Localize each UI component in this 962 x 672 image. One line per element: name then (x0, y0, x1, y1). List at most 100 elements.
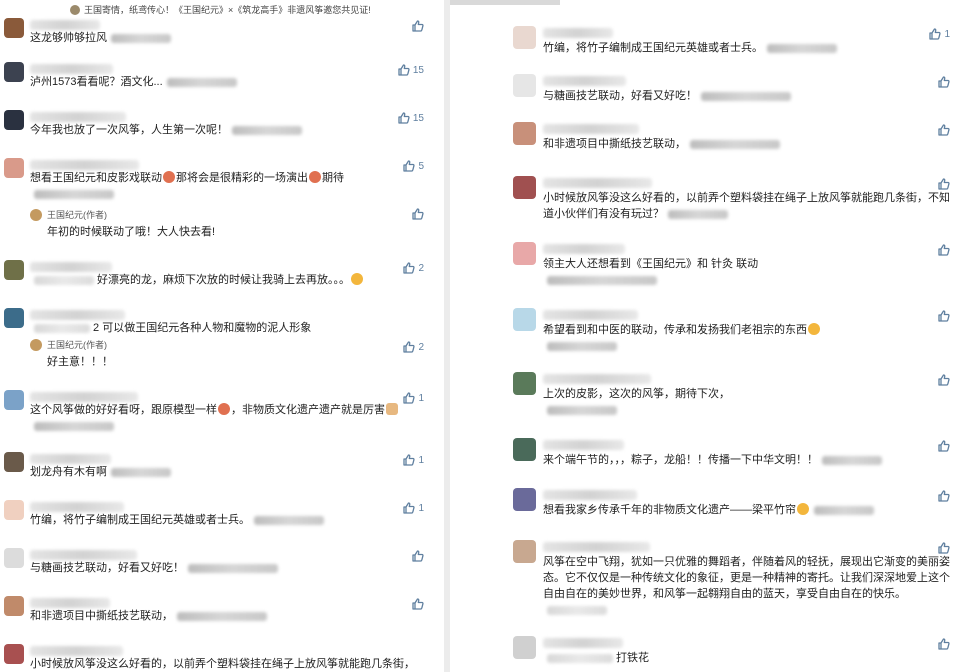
comment-text: 风筝在空中飞翔，犹如一只优雅的舞蹈者，伴随着风的轻抚，展现出它渐变的美丽姿态。它… (543, 554, 953, 618)
like-button[interactable] (938, 178, 950, 190)
like-button[interactable] (938, 76, 950, 88)
avatar[interactable] (4, 596, 24, 616)
avatar[interactable] (513, 176, 536, 199)
like-button[interactable] (412, 20, 424, 32)
username-redacted[interactable] (30, 550, 137, 560)
reply-like-button[interactable]: 2 (403, 341, 424, 353)
thumb-up-icon (938, 542, 950, 554)
comment-text: 竹编，将竹子编制成王国纪元英雄或者士兵。 (30, 512, 422, 528)
author-avatar[interactable] (30, 209, 42, 221)
reply-like-button[interactable] (412, 208, 424, 220)
avatar[interactable] (513, 636, 536, 659)
like-button[interactable]: 15 (398, 64, 424, 76)
username-redacted[interactable] (30, 64, 113, 74)
like-button[interactable]: 2 (403, 262, 424, 274)
avatar[interactable] (4, 18, 24, 38)
like-button[interactable] (412, 598, 424, 610)
username-redacted[interactable] (30, 598, 110, 608)
avatar[interactable] (4, 390, 24, 410)
comment-text: 和非遗项目中撕纸技艺联动， (30, 608, 422, 624)
author-avatar[interactable] (30, 339, 42, 351)
username-redacted[interactable] (30, 20, 100, 30)
username-redacted[interactable] (543, 124, 639, 134)
avatar[interactable] (4, 308, 24, 328)
comment-text: 来个端午节的，，，粽子，龙船！！传播一下中华文明！！ (543, 452, 953, 468)
like-button[interactable]: 1 (403, 502, 424, 514)
left-comment-panel: 王国寄情，纸鸢传心！《王国纪元》×《筑龙高手》非遗风筝邀您共见证! 这龙够帅够拉… (0, 0, 444, 672)
avatar[interactable] (513, 540, 536, 563)
reply-text: 好主意！！！ (47, 356, 113, 368)
username-redacted[interactable] (543, 542, 650, 552)
like-button[interactable] (938, 374, 950, 386)
like-button[interactable]: 5 (403, 160, 424, 172)
like-button[interactable] (938, 542, 950, 554)
like-button[interactable]: 1 (403, 392, 424, 404)
avatar[interactable] (513, 488, 536, 511)
username-redacted[interactable] (543, 490, 637, 500)
avatar[interactable] (4, 500, 24, 520)
username-redacted[interactable] (30, 454, 111, 464)
avatar[interactable] (4, 62, 24, 82)
like-button[interactable]: 15 (398, 112, 424, 124)
like-button[interactable]: 1 (403, 454, 424, 466)
avatar[interactable] (513, 74, 536, 97)
username-redacted[interactable] (30, 392, 138, 402)
avatar[interactable] (513, 26, 536, 49)
avatar[interactable] (513, 308, 536, 331)
thumb-up-icon (398, 64, 410, 76)
avatar[interactable] (513, 372, 536, 395)
comment-text-part: ，非物质文化遗产遗产就是厉害 (231, 404, 385, 416)
avatar[interactable] (513, 122, 536, 145)
username-redacted[interactable] (543, 178, 652, 188)
emoji-icon (797, 503, 809, 515)
redacted-text (547, 275, 657, 285)
avatar[interactable] (513, 438, 536, 461)
reply-author-name[interactable]: 王国纪元(作者) (47, 338, 107, 351)
comment-text-part: 那将会是很精彩的一场演出 (176, 172, 308, 184)
username-redacted[interactable] (30, 112, 126, 122)
emoji-icon (808, 323, 820, 335)
username-redacted[interactable] (30, 310, 125, 320)
reply-author-name[interactable]: 王国纪元(作者) (47, 208, 107, 221)
like-button[interactable]: 1 (929, 28, 950, 40)
comment-text-part: 想看我家乡传承千年的非物质文化遗产——梁平竹帘 (543, 504, 796, 516)
thumb-up-icon (929, 28, 942, 40)
username-redacted[interactable] (30, 646, 123, 656)
like-button[interactable] (938, 440, 950, 452)
like-button[interactable] (938, 310, 950, 322)
avatar[interactable] (4, 260, 24, 280)
like-button[interactable] (938, 244, 950, 256)
username-redacted[interactable] (543, 374, 651, 384)
avatar[interactable] (4, 110, 24, 130)
emoji-icon (351, 273, 364, 285)
like-button[interactable] (938, 490, 950, 502)
avatar[interactable] (4, 644, 24, 664)
username-redacted[interactable] (543, 244, 625, 254)
like-button[interactable] (938, 124, 950, 136)
comment-text: 泸州1573看看呢？酒文化... (30, 74, 422, 90)
redacted-text (547, 605, 607, 615)
avatar[interactable] (4, 548, 24, 568)
redacted-text (668, 209, 728, 219)
like-button[interactable] (412, 550, 424, 562)
username-redacted[interactable] (30, 502, 124, 512)
comment-text-part: 期待 (322, 172, 344, 184)
avatar[interactable] (4, 158, 24, 178)
like-button[interactable] (938, 638, 950, 650)
username-redacted[interactable] (30, 262, 112, 272)
username-redacted[interactable] (543, 28, 613, 38)
redacted-text (814, 505, 874, 515)
username-redacted[interactable] (543, 638, 623, 648)
like-count: 2 (418, 262, 424, 274)
thumb-up-icon (938, 244, 950, 256)
username-redacted[interactable] (543, 440, 624, 450)
comment-text: 想看我家乡传承千年的非物质文化遗产——梁平竹帘 (543, 502, 953, 518)
like-count: 1 (418, 392, 424, 404)
comment-text-part: 想看王国纪元和皮影戏联动 (30, 172, 162, 184)
username-redacted[interactable] (543, 310, 638, 320)
username-redacted[interactable] (543, 76, 626, 86)
username-redacted[interactable] (30, 160, 139, 170)
thumb-up-icon (403, 502, 416, 514)
avatar[interactable] (513, 242, 536, 265)
avatar[interactable] (4, 452, 24, 472)
